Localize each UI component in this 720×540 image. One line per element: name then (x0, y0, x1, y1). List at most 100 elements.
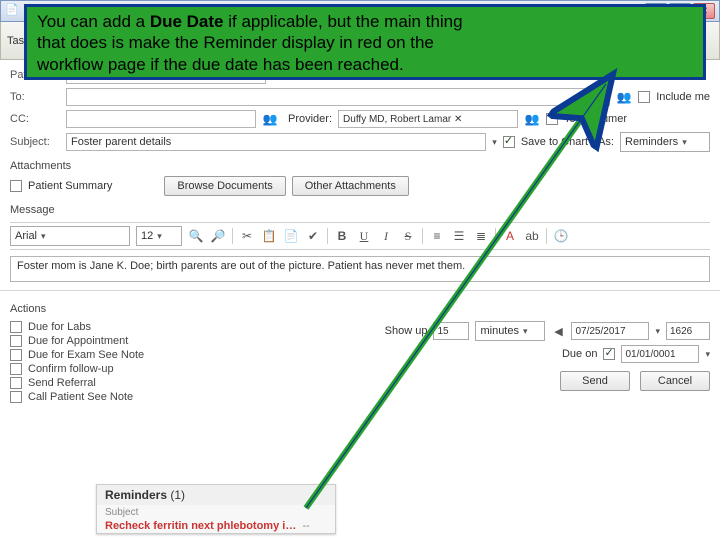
action-label: Confirm follow-up (28, 363, 114, 375)
addressbook-icon[interactable]: 👥 (616, 89, 632, 105)
action-label: Due for Appointment (28, 335, 128, 347)
provider-chip[interactable]: Duffy MD, Robert Lamar ✕ (343, 114, 462, 125)
action-item[interactable]: Send Referral (10, 377, 144, 389)
action-checkbox[interactable] (10, 363, 22, 375)
underline-icon[interactable]: U (356, 228, 372, 244)
reminders-column-header: Subject (97, 505, 335, 520)
editor-toolbar: Arial▾ 12▾ 🔍 🔎 ✂ 📋 📄 ✔ B U I S ≡ ☰ ≣ A a… (10, 222, 710, 250)
showup-units-dropdown[interactable]: minutes▾ (475, 321, 545, 341)
to-label: To: (10, 91, 60, 103)
numbered-list-icon[interactable]: ≣ (473, 228, 489, 244)
schedule-panel: Show up 15 minutes▾ ◀ 07/25/2017 ▾ 1626 … (385, 321, 710, 403)
subject-dropdown-icon[interactable]: ▾ (492, 137, 497, 148)
font-color-icon[interactable]: A (502, 228, 518, 244)
actions-header: Actions (10, 303, 710, 315)
provider-label: Provider: (288, 113, 332, 125)
font-size-value: 12 (141, 230, 153, 242)
send-button[interactable]: Send (560, 371, 630, 391)
separator (327, 228, 328, 244)
action-checkbox[interactable] (10, 377, 22, 389)
action-checkbox[interactable] (10, 321, 22, 333)
divider (0, 290, 720, 291)
dueon-checkbox[interactable] (603, 348, 615, 360)
to-consumer-checkbox[interactable] (546, 113, 558, 125)
subject-label: Subject: (10, 136, 60, 148)
showup-time-field[interactable]: 1626 (666, 322, 710, 340)
before-after-icon[interactable]: ◀ (551, 325, 565, 338)
task-label: Tas (7, 35, 24, 47)
cc-label: CC: (10, 113, 60, 125)
reminders-preview: Reminders (1) Subject Recheck ferritin n… (96, 484, 336, 534)
attachments-header: Attachments (10, 160, 710, 172)
provider-addressbook-icon[interactable]: 👥 (524, 111, 540, 127)
save-as-value: Reminders (625, 136, 678, 148)
action-label: Due for Exam See Note (28, 349, 144, 361)
include-me-checkbox[interactable] (638, 91, 650, 103)
reminders-title: Reminders (1) (97, 485, 335, 505)
actions-area: Due for Labs Due for Appointment Due for… (10, 321, 710, 403)
actions-list: Due for Labs Due for Appointment Due for… (10, 321, 144, 403)
cc-field[interactable] (66, 110, 256, 128)
font-dropdown[interactable]: Arial▾ (10, 226, 130, 246)
separator (232, 228, 233, 244)
patient-summary-checkbox[interactable] (10, 180, 22, 192)
date-picker-icon[interactable]: ▾ (655, 326, 660, 337)
dueon-date-picker-icon[interactable]: ▾ (705, 349, 710, 360)
showup-date-field[interactable]: 07/25/2017 (571, 322, 649, 340)
message-header: Message (10, 204, 710, 216)
action-item[interactable]: Due for Appointment (10, 335, 144, 347)
separator (495, 228, 496, 244)
action-item[interactable]: Confirm follow-up (10, 363, 144, 375)
cut-icon[interactable]: ✂ (239, 228, 255, 244)
to-field[interactable] (66, 88, 610, 106)
paste-icon[interactable]: 📄 (283, 228, 299, 244)
italic-icon[interactable]: I (378, 228, 394, 244)
showup-label: Show up (385, 325, 428, 337)
save-to-chart-label: Save to Chart (521, 136, 588, 148)
save-as-dropdown[interactable]: Reminders ▾ (620, 132, 710, 152)
instruction-callout: You can add a Due Date if applicable, bu… (24, 4, 706, 80)
highlight-icon[interactable]: ab (524, 228, 540, 244)
bold-icon[interactable]: B (334, 228, 350, 244)
dueon-label: Due on (562, 348, 597, 360)
align-left-icon[interactable]: ≡ (429, 228, 445, 244)
to-consumer-label: To consumer (564, 113, 627, 125)
chevron-down-icon: ▾ (682, 137, 687, 148)
cc-addressbook-icon[interactable]: 👥 (262, 111, 278, 127)
font-size-dropdown[interactable]: 12▾ (136, 226, 182, 246)
separator (546, 228, 547, 244)
subject-field[interactable]: Foster parent details (66, 133, 486, 151)
timestamp-icon[interactable]: 🕒 (553, 228, 569, 244)
include-me-label: Include me (656, 91, 710, 103)
strike-icon[interactable]: S (400, 228, 416, 244)
cancel-button[interactable]: Cancel (640, 371, 710, 391)
action-checkbox[interactable] (10, 335, 22, 347)
other-attachments-button[interactable]: Other Attachments (292, 176, 409, 196)
app-icon: 📄 (5, 3, 21, 19)
action-item[interactable]: Call Patient See Note (10, 391, 144, 403)
action-checkbox[interactable] (10, 391, 22, 403)
action-label: Due for Labs (28, 321, 91, 333)
zoom-out-icon[interactable]: 🔎 (210, 228, 226, 244)
showup-units-value: minutes (480, 325, 519, 337)
browse-documents-button[interactable]: Browse Documents (164, 176, 285, 196)
spellcheck-icon[interactable]: ✔ (305, 228, 321, 244)
dueon-date-field[interactable]: 01/01/0001 (621, 345, 699, 363)
action-item[interactable]: Due for Exam See Note (10, 349, 144, 361)
copy-icon[interactable]: 📋 (261, 228, 277, 244)
save-to-chart-checkbox[interactable] (503, 136, 515, 148)
reminder-row-overdue[interactable]: Recheck ferritin next phlebotomy i… -- (97, 520, 335, 532)
as-label: As: (598, 136, 614, 148)
action-label: Call Patient See Note (28, 391, 133, 403)
font-value: Arial (15, 230, 37, 242)
message-body[interactable]: Foster mom is Jane K. Doe; birth parents… (10, 256, 710, 282)
form-area: Patient: ZZTest, CEA - 15 ▾ To: 👥 Includ… (0, 60, 720, 407)
showup-value-field[interactable]: 15 (433, 322, 469, 340)
list-icon[interactable]: ☰ (451, 228, 467, 244)
action-label: Send Referral (28, 377, 96, 389)
patient-summary-label: Patient Summary (28, 180, 112, 192)
action-item[interactable]: Due for Labs (10, 321, 144, 333)
provider-field[interactable]: Duffy MD, Robert Lamar ✕ (338, 110, 518, 128)
action-checkbox[interactable] (10, 349, 22, 361)
zoom-in-icon[interactable]: 🔍 (188, 228, 204, 244)
